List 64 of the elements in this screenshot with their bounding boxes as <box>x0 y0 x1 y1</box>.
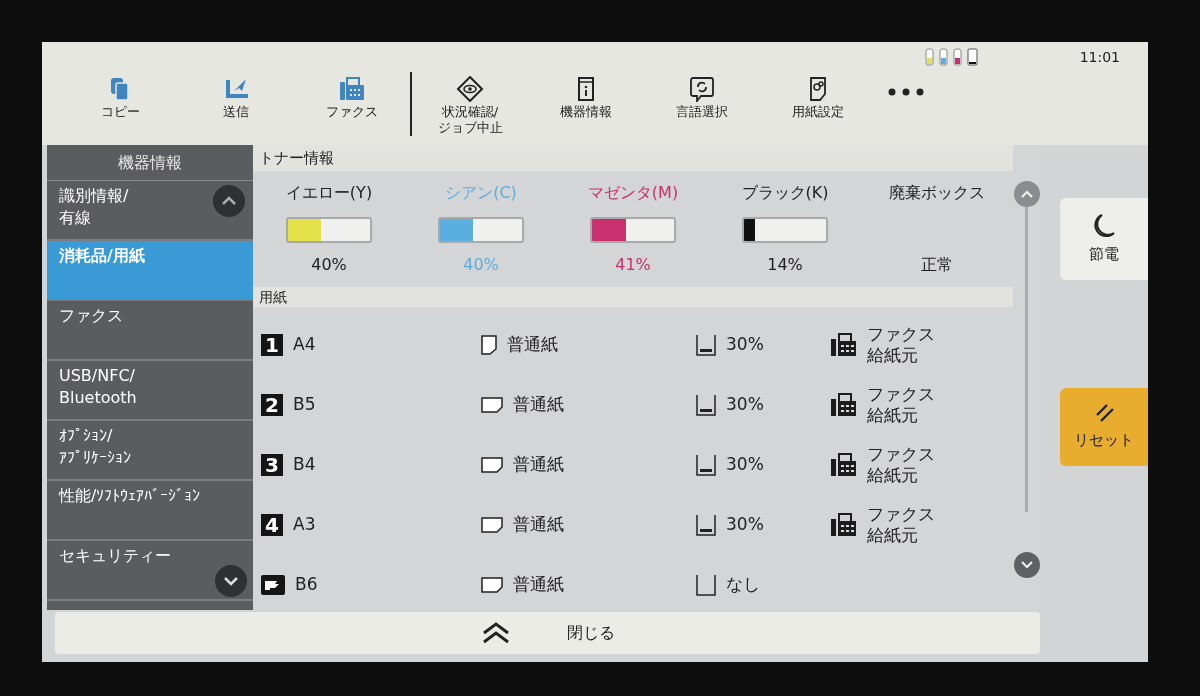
scroll-down-button[interactable] <box>1013 552 1040 578</box>
nav-button[interactable]: 状況確認/ ジョブ中止 <box>412 72 528 138</box>
paper-size: A3 <box>293 513 316 537</box>
chevron-down-icon <box>223 576 239 586</box>
paper-source: ファクス給紙元 <box>867 504 936 546</box>
paper-size: B6 <box>295 573 318 597</box>
paper-type: 普通紙 <box>513 393 564 417</box>
toner-label: 廃棄ボックス <box>889 182 985 204</box>
toner-label: ブラック(K) <box>741 182 829 204</box>
double-chevron-up-icon <box>480 622 511 644</box>
paper-type: 普通紙 <box>507 333 558 357</box>
power-save-button[interactable]: 節電 <box>1060 198 1148 280</box>
toner-percent: 40% <box>311 254 347 276</box>
paper-remaining: 30% <box>726 513 764 537</box>
paper-remaining: 30% <box>726 333 764 357</box>
bypass-tray-icon <box>261 574 285 596</box>
toner-label: マゼンタ(M) <box>587 182 679 204</box>
toner-percent: 14% <box>767 254 803 276</box>
nav-button[interactable]: 用紙設定 <box>760 72 876 138</box>
scroll-up-button[interactable] <box>1013 181 1040 207</box>
chevron-up-icon <box>221 196 237 206</box>
paper-size: B4 <box>293 453 316 477</box>
paper-type: 普通紙 <box>513 573 564 597</box>
fax-icon <box>831 333 857 357</box>
chevron-down-icon <box>1020 561 1033 569</box>
reset-button[interactable]: リセット <box>1060 388 1148 466</box>
paper-source: ファクス給紙元 <box>867 324 936 366</box>
speech-refresh-icon <box>688 76 716 102</box>
section-header: 用紙 <box>253 287 1013 307</box>
eye-icon <box>456 76 484 102</box>
paper-size: B5 <box>293 393 316 417</box>
paper-type: 普通紙 <box>513 513 564 537</box>
tray-number: 4 <box>261 514 283 536</box>
paper-source: ファクス給紙元 <box>867 444 936 486</box>
paper-type: 普通紙 <box>513 453 564 477</box>
waste-box-status: 正常 <box>921 254 953 276</box>
nav-button[interactable]: 送信 <box>178 72 294 138</box>
paper-remaining: なし <box>726 573 760 597</box>
tray-number: 2 <box>261 394 283 416</box>
fax-icon <box>831 513 857 537</box>
close-panel-button[interactable]: 閉じる <box>55 612 1040 654</box>
chevron-up-icon <box>1020 190 1033 198</box>
nav-button[interactable]: コピー <box>62 72 178 138</box>
clock: 11:01 <box>1079 47 1120 67</box>
paper-source: ファクス給紙元 <box>867 384 936 426</box>
paper-size: A4 <box>293 333 316 357</box>
more-icon <box>888 88 924 96</box>
section-header: トナー情報 <box>253 145 1013 171</box>
tray-number: 3 <box>261 454 283 476</box>
moon-icon <box>1092 212 1116 239</box>
toner-label: イエロー(Y) <box>285 182 373 204</box>
fax-icon <box>831 453 857 477</box>
toner-label: シアン(C) <box>445 182 517 204</box>
toner-percent: 40% <box>463 254 499 276</box>
fax-icon <box>831 393 857 417</box>
tray-number: 1 <box>261 334 283 356</box>
paper-remaining: 30% <box>726 453 764 477</box>
paper-remaining: 30% <box>726 393 764 417</box>
nav-button[interactable]: ファクス <box>294 72 410 138</box>
nav-button[interactable]: 機器情報 <box>528 72 644 138</box>
toner-status-icon <box>923 47 980 67</box>
fax-icon <box>338 76 366 102</box>
nav-button[interactable]: 言語選択 <box>644 72 760 138</box>
toner-percent: 41% <box>615 254 651 276</box>
